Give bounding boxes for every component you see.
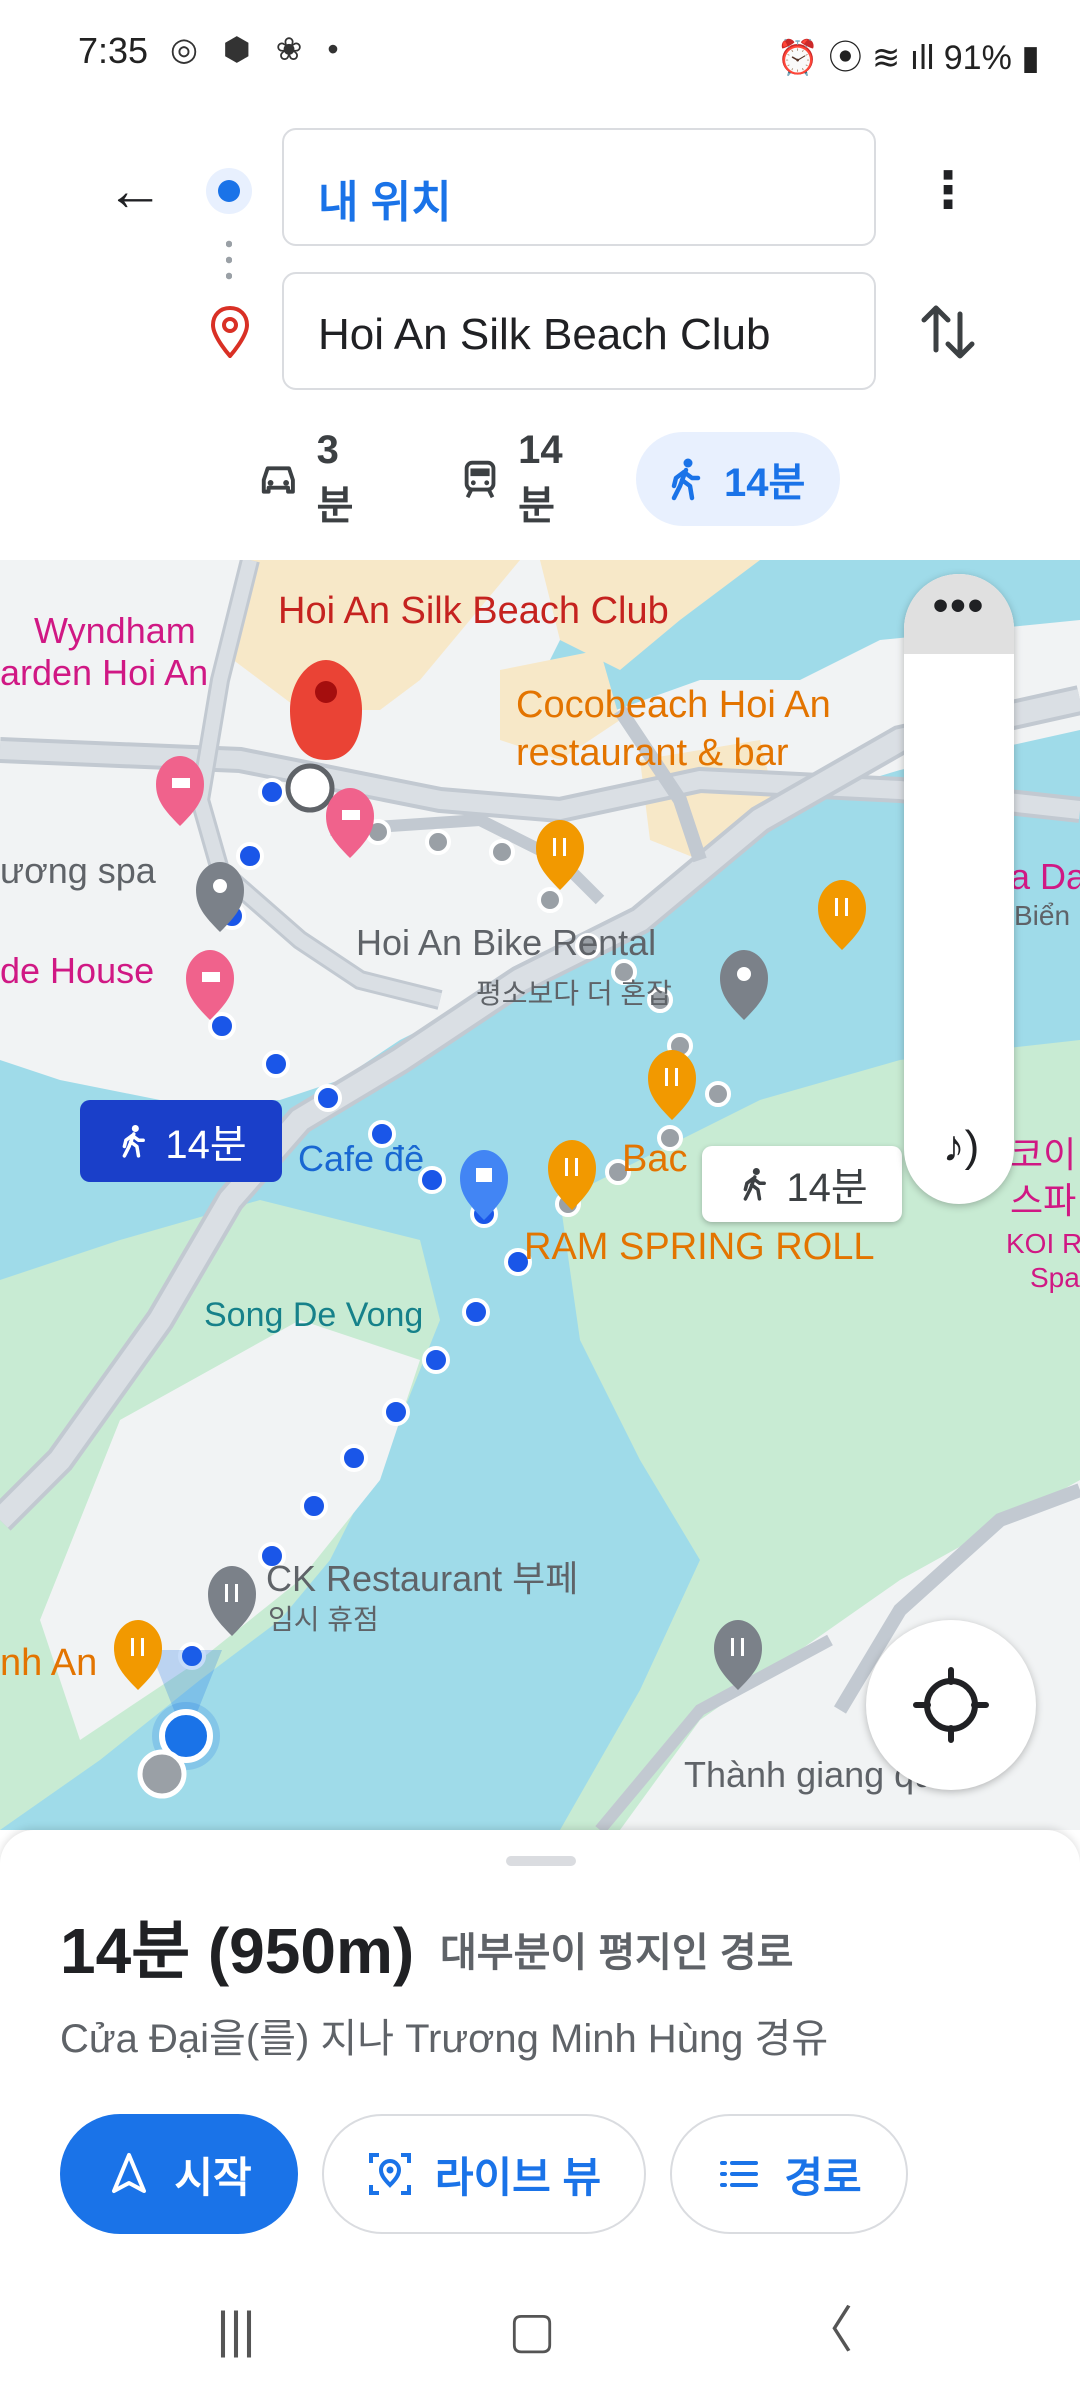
map-label-spa[interactable]: ương spa (0, 850, 156, 892)
more-icon[interactable]: ••• (904, 574, 1014, 654)
steps-button[interactable]: 경로 (670, 2114, 908, 2234)
walk-icon (122, 1124, 146, 1158)
status-left-icons: ◎ ⬢ ❀ • (170, 31, 347, 67)
map-label-wyndham[interactable]: Wyndham (34, 610, 196, 652)
map-label-bike-rental-sub: 평소보다 더 혼잡 (476, 978, 672, 1009)
navigation-arrow-icon (112, 2153, 147, 2193)
route-connector-dots (226, 236, 232, 284)
back-nav-icon[interactable]: 〈 (778, 2300, 878, 2360)
map-label-koi-2: 스파 (1010, 1180, 1077, 1221)
steps-button-label: 경로 (784, 2153, 862, 2201)
tab-transit-label: 14분 (518, 427, 563, 528)
back-button[interactable]: ← (100, 156, 170, 226)
battery-icon: ▮ (1021, 39, 1040, 77)
recent-apps-icon[interactable]: ||| (186, 2300, 286, 2360)
origin-dot-icon (206, 168, 252, 214)
tab-driving[interactable]: 3분 (230, 428, 400, 528)
destination-field[interactable]: Hoi An Silk Beach Club (282, 272, 876, 390)
route-duration-distance: 14분 (950m) (60, 1915, 415, 1987)
map-label-bike-rental[interactable]: Hoi An Bike Rental (356, 922, 656, 964)
battery-level: 91% (943, 39, 1012, 77)
map-label-bac[interactable]: Bac (622, 1138, 687, 1181)
map-label-spring-roll[interactable]: RAM SPRING ROLL (524, 1226, 875, 1269)
map-label-cocobeach[interactable]: Cocobeach Hoi An (516, 684, 831, 727)
start-button[interactable]: 시작 (60, 2114, 298, 2234)
map-label-cocobeach-2[interactable]: restaurant & bar (516, 732, 788, 775)
live-view-button[interactable]: 라이브 뷰 (322, 2114, 646, 2234)
map-label-right-bien: Biển (1014, 900, 1071, 931)
tab-walking-label: 14분 (724, 461, 806, 505)
map-label-ck-restaurant[interactable]: CK Restaurant 부페 (266, 1550, 578, 1602)
sheet-drag-handle[interactable] (506, 1856, 576, 1866)
walk-icon (743, 1167, 767, 1201)
list-icon (720, 2161, 759, 2187)
car-icon (261, 466, 295, 494)
status-bar: 7:35 ◎ ⬢ ❀ • ⏰ ⦿ ≋ ıll 91% ▮ (0, 0, 1080, 110)
map-label-koi-3: KOI Re (1006, 1228, 1080, 1259)
map-label-cafe[interactable]: Cafe đê (298, 1138, 424, 1180)
map-label-wyndham-2[interactable]: arden Hoi An (0, 652, 208, 694)
live-view-button-label: 라이브 뷰 (434, 2153, 602, 2201)
train-icon (464, 460, 496, 499)
origin-text: 내 위치 (318, 178, 452, 227)
alt-route-duration-badge[interactable]: 14분 (702, 1146, 902, 1222)
status-system-icons: ⏰ ⦿ ≋ ıll (776, 39, 935, 77)
map-label-nh-an[interactable]: nh An (0, 1642, 97, 1685)
map-label-right-da: a Da (1010, 856, 1080, 897)
alt-route-duration-text: 14분 (786, 1166, 868, 1210)
route-via-text: Cửa Đại을(를) 지나 Trương Minh Hùng 경유 (60, 2017, 829, 2061)
map-label-song-de-vong: Song De Vong (204, 1296, 424, 1334)
route-duration-badge[interactable]: 14분 (80, 1100, 282, 1182)
map-label-ck-sub: 임시 휴점 (268, 1604, 379, 1635)
map-side-panel[interactable]: ••• ♪) (904, 574, 1014, 1204)
walk-icon (671, 458, 701, 501)
route-terrain-note: 대부분이 평지인 경로 (440, 1931, 794, 1975)
start-button-label: 시작 (174, 2153, 252, 2201)
tab-walking[interactable]: 14분 (636, 432, 840, 526)
origin-field[interactable]: 내 위치 (282, 128, 876, 246)
my-location-button[interactable] (866, 1620, 1036, 1790)
tab-driving-label: 3분 (316, 427, 354, 528)
sound-icon[interactable]: ♪) (926, 1112, 996, 1182)
locate-icon (913, 1667, 989, 1743)
home-icon[interactable]: ▢ (482, 2300, 582, 2360)
status-right-icons: ⏰ ⦿ ≋ ıll 91% ▮ (777, 30, 1040, 79)
destination-text: Hoi An Silk Beach Club (318, 310, 771, 359)
status-time: 7:35 (78, 30, 149, 71)
map-label-koi-4: Spa (1030, 1262, 1080, 1293)
swap-icon[interactable] (912, 296, 984, 368)
map-label-house[interactable]: de House (0, 950, 154, 992)
tab-transit[interactable]: 14분 (432, 428, 622, 528)
more-options-icon[interactable]: ⋮ (916, 150, 980, 230)
live-view-icon (368, 2153, 411, 2195)
map-label-koi-1: 코이 리 (1010, 1134, 1080, 1175)
map-label-silk-beach[interactable]: Hoi An Silk Beach Club (278, 590, 669, 633)
route-duration-text: 14분 (165, 1123, 247, 1167)
destination-pin-icon (210, 306, 250, 358)
